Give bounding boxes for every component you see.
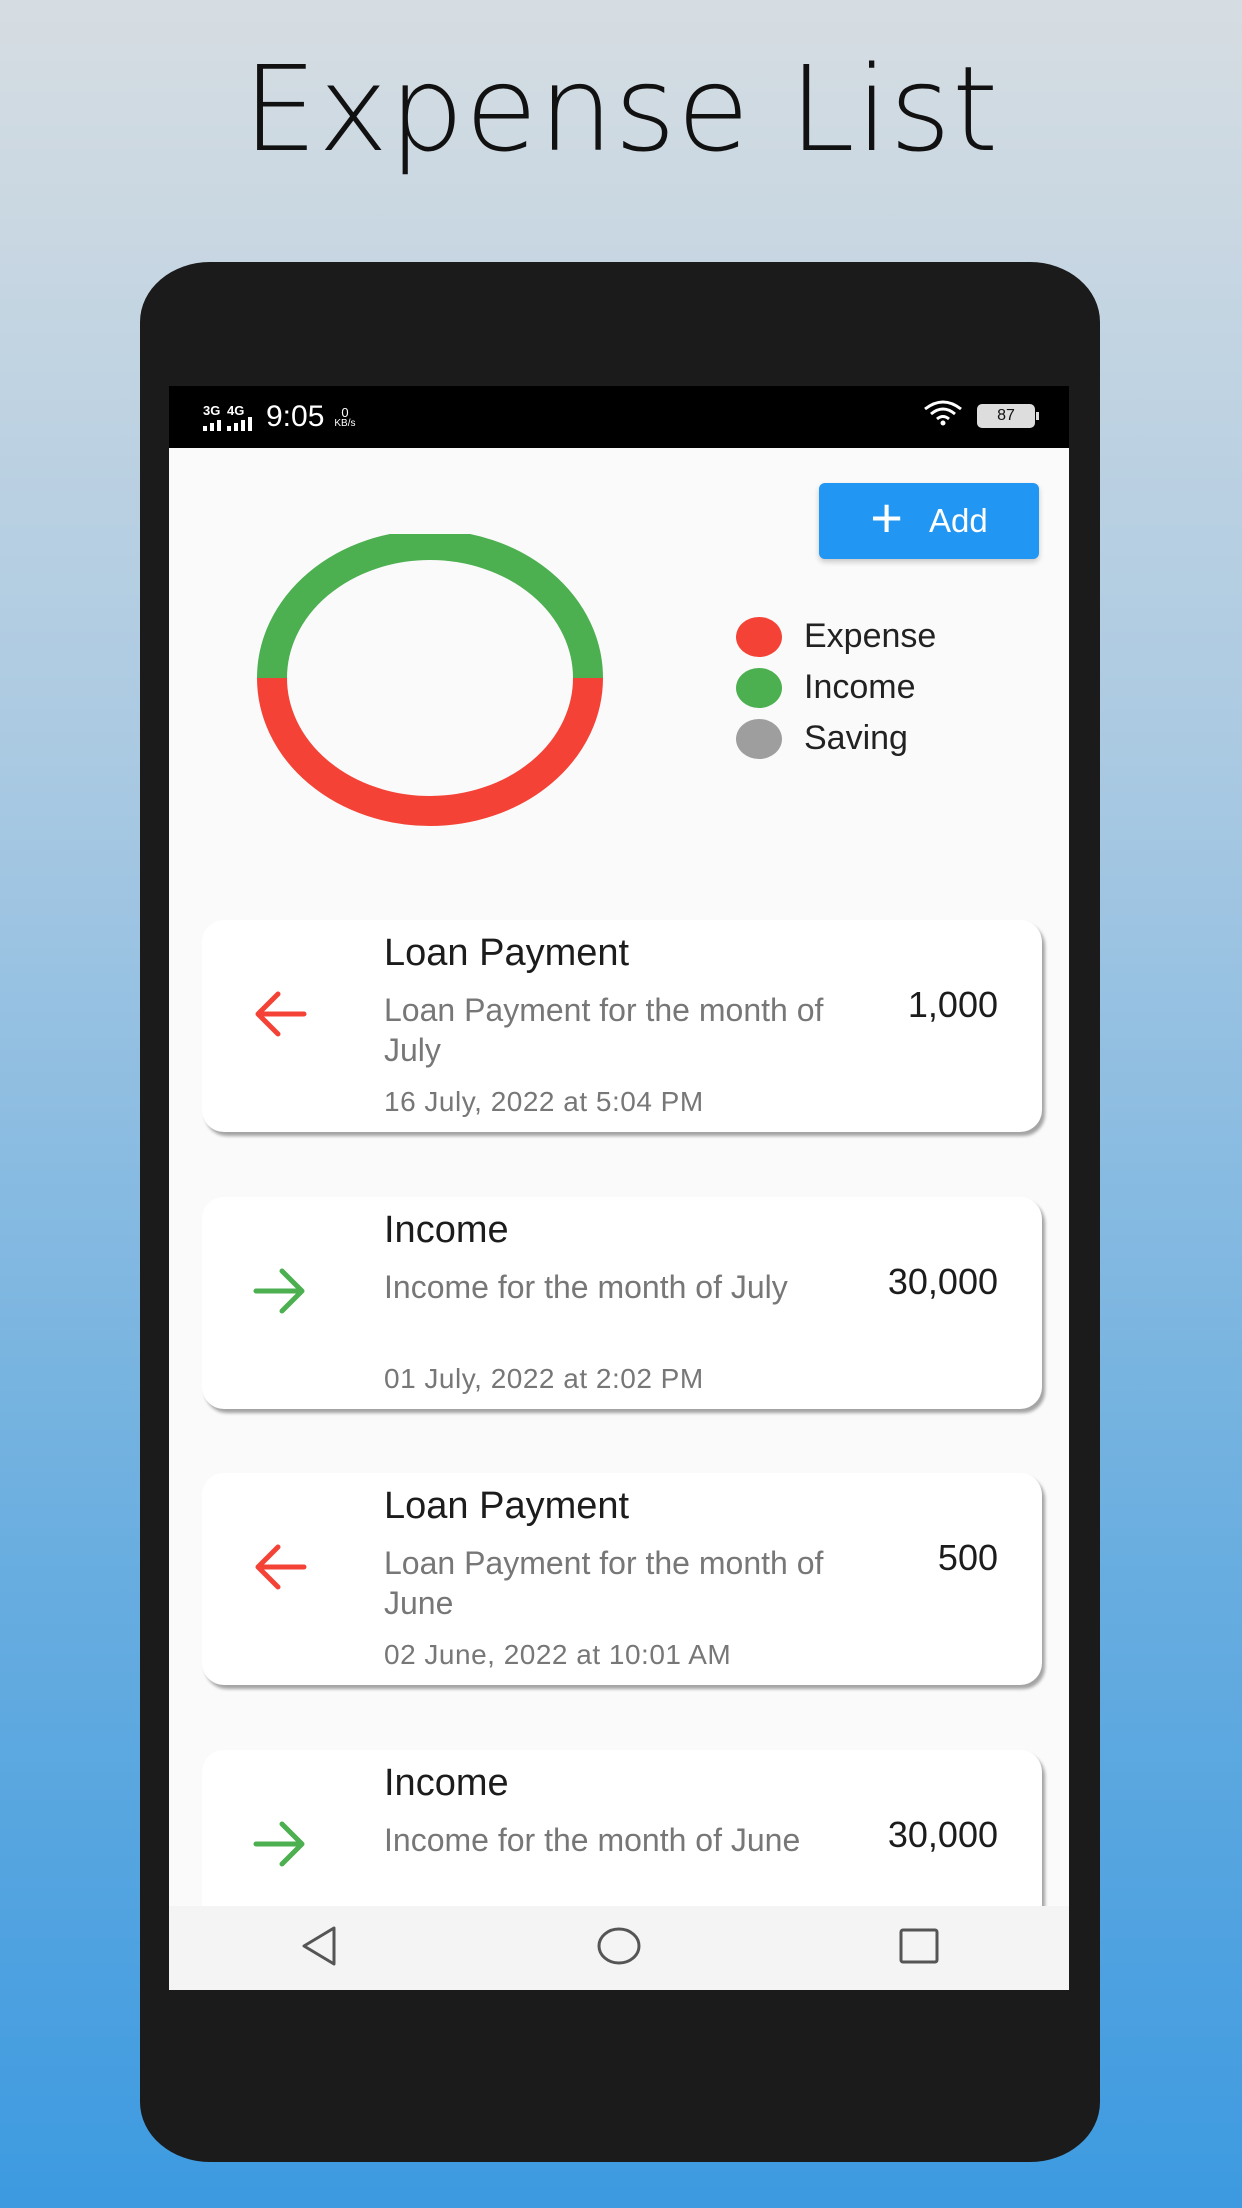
transaction-date: 01 July, 2022 at 2:02 PM [384,1363,704,1394]
transaction-title: Income [384,1209,509,1251]
arrow-left-icon [252,990,308,1043]
plus-icon: + [870,486,903,549]
transaction-card[interactable]: Loan Payment Loan Payment for the month … [202,1473,1042,1685]
transaction-description: Loan Payment for the month of June [384,1545,824,1621]
back-triangle-icon[interactable] [296,1923,342,1974]
transaction-amount: 30,000 [887,1814,998,1855]
transaction-card[interactable]: Loan Payment Loan Payment for the month … [202,920,1042,1132]
transaction-description: Income for the month of June [384,1822,801,1858]
network-speed: 0 KB/s [334,404,356,429]
transaction-title: Loan Payment [384,1485,630,1527]
transaction-title: Loan Payment [384,932,630,974]
donut-segment-expense [257,677,603,826]
legend-item-saving: Saving [736,713,936,764]
transaction-amount: 1,000 [907,984,998,1025]
transaction-date: 16 July, 2022 at 5:04 PM [384,1086,704,1117]
legend-dot-income [736,667,782,708]
transaction-description: Income for the month of July [384,1269,788,1305]
arrow-right-icon [252,1820,308,1873]
add-button-label: Add [928,502,988,539]
transaction-date: 02 June, 2022 at 10:01 AM [384,1639,732,1670]
transaction-card[interactable]: Income Income for the month of July 01 J… [202,1197,1042,1409]
donut-segment-income [257,534,603,679]
signal-3g-icon: 3G [203,404,221,431]
transaction-amount: 30,000 [887,1261,998,1302]
signal-4g-icon: 4G [227,404,252,431]
legend-item-income: Income [736,662,936,713]
legend-dot-expense [736,616,782,657]
home-circle-icon[interactable] [596,1923,642,1974]
transaction-description: Loan Payment for the month of July [384,992,824,1068]
android-nav-bar [169,1906,1069,1990]
transaction-amount: 500 [937,1537,998,1578]
legend-dot-saving [736,718,782,759]
wifi-icon [923,400,963,431]
status-time: 9:05 [266,400,325,433]
promo-title: Expense List [242,40,1000,178]
arrow-right-icon [252,1267,308,1320]
summary-donut-chart [257,534,603,826]
recents-square-icon[interactable] [896,1923,942,1974]
arrow-left-icon [252,1543,308,1596]
legend-item-expense: Expense [736,611,936,662]
chart-legend: Expense Income Saving [736,611,936,764]
status-bar: 3G 4G 9:05 0 KB/s 87 [169,386,1069,448]
battery-icon: 87 [977,403,1039,428]
transaction-title: Income [384,1762,509,1804]
app-screen: 3G 4G 9:05 0 KB/s 87 + Add Expense Incom… [169,386,1069,1990]
add-button[interactable]: + Add [819,483,1039,559]
